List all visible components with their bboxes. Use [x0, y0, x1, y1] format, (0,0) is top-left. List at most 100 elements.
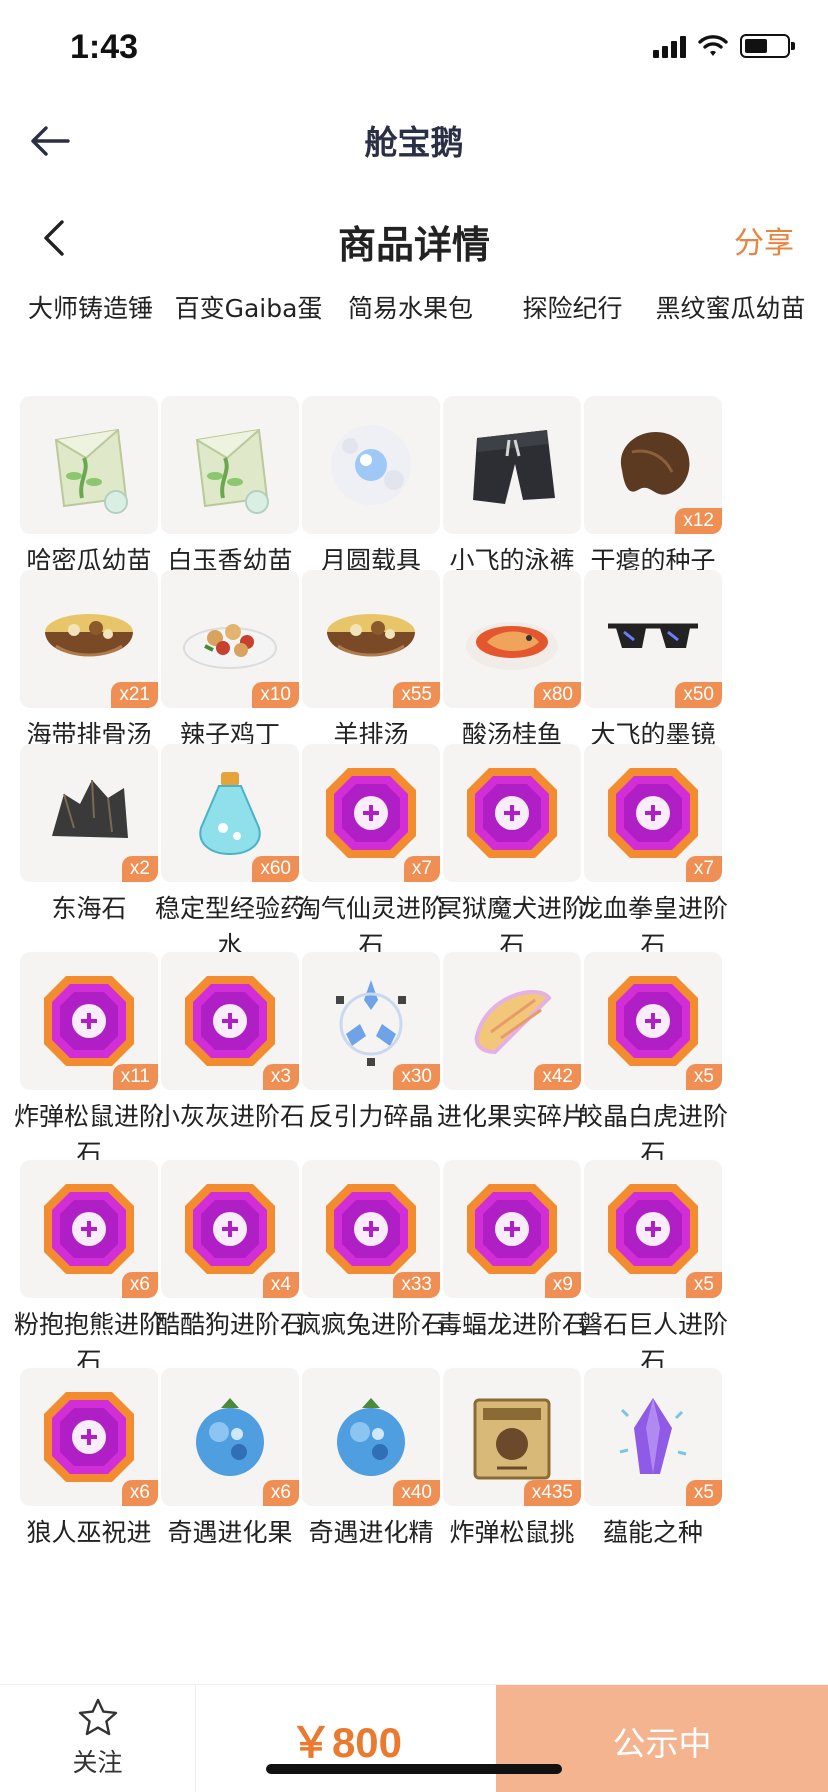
item-thumbnail: x7	[584, 744, 722, 882]
grid-item-name: 黑纹蜜瓜幼苗	[655, 294, 806, 323]
item-name: 反引力碎晶	[308, 1102, 434, 1131]
item-thumbnail: x50	[584, 570, 722, 708]
item-thumbnail: x30	[302, 952, 440, 1090]
bottom-bar: 关注 ￥800 公示中	[0, 1684, 828, 1792]
quantity-badge: x435	[523, 1480, 581, 1506]
item-grid-scroll[interactable]: 大师铸造锤 百变Gaiba蛋 简易水果包 探险纪行 黑纹蜜瓜幼苗 哈密瓜幼苗 白玉…	[0, 186, 828, 1684]
item-thumbnail: x33	[302, 1160, 440, 1298]
item-name: 炸弹松鼠挑	[449, 1518, 575, 1547]
battery-icon	[740, 34, 795, 58]
seed-packet-icon	[195, 428, 269, 514]
item-name: 疯疯兔进阶石	[295, 1310, 446, 1339]
item-name: 奇遇进化精	[308, 1518, 434, 1547]
purple-crystal-icon	[619, 1398, 687, 1474]
blue-fruit-icon	[337, 1398, 405, 1476]
evolution-gem-icon	[44, 1184, 134, 1274]
item-thumbnail: x60	[161, 744, 299, 882]
item-name: 狼人巫祝进	[26, 1518, 152, 1547]
fish-dish-icon	[466, 622, 558, 670]
quantity-badge: x42	[534, 1064, 581, 1090]
moon-orb-icon	[331, 425, 411, 505]
item-thumbnail: x10	[161, 570, 299, 708]
evolution-gem-icon	[608, 976, 698, 1066]
status-button[interactable]: 公示中	[496, 1685, 828, 1792]
item-name: 奇遇进化果	[167, 1518, 293, 1547]
crystal-shards-icon	[336, 980, 406, 1066]
item-thumbnail: x42	[443, 952, 581, 1090]
follow-button[interactable]: 关注	[0, 1685, 196, 1792]
quantity-badge: x11	[112, 1064, 158, 1090]
item-thumbnail: x6	[161, 1368, 299, 1506]
black-rock-icon	[52, 779, 128, 838]
home-indicator	[266, 1764, 562, 1774]
item-thumbnail: x2	[20, 744, 158, 882]
quantity-badge: x12	[675, 508, 722, 534]
partial-row: 大师铸造锤 百变Gaiba蛋 简易水果包 探险纪行 黑纹蜜瓜幼苗	[0, 290, 828, 386]
item-thumbnail: x435	[443, 1368, 581, 1506]
item-thumbnail: x5	[584, 952, 722, 1090]
price-text: ￥800	[289, 1719, 403, 1766]
item-thumbnail: x9	[443, 1160, 581, 1298]
app-nav-bar: 舱宝鹅	[0, 96, 828, 186]
item-name: 进化果实碎片	[436, 1102, 587, 1131]
item-thumbnail	[161, 396, 299, 534]
item-thumbnail	[443, 744, 581, 882]
blue-fruit-icon	[196, 1398, 264, 1476]
item-name: 东海石	[51, 894, 127, 923]
evolution-gem-icon	[467, 768, 557, 858]
evolution-gem-icon	[185, 976, 275, 1066]
quantity-badge: x5	[685, 1480, 722, 1506]
item-thumbnail	[20, 396, 158, 534]
quantity-badge: x7	[685, 856, 722, 882]
item-thumbnail: x21	[20, 570, 158, 708]
item-thumbnail: x3	[161, 952, 299, 1090]
evolution-gem-icon	[44, 976, 134, 1066]
quantity-badge: x3	[262, 1064, 299, 1090]
evolution-gem-icon	[326, 1184, 416, 1274]
item-thumbnail: x11	[20, 952, 158, 1090]
grid-item-name: 大师铸造锤	[27, 294, 153, 323]
item-name: 蕴能之种	[602, 1518, 703, 1547]
item-thumbnail: x5	[584, 1160, 722, 1298]
quantity-badge: x33	[393, 1272, 440, 1298]
item-thumbnail	[443, 396, 581, 534]
page-header: 商品详情 分享	[0, 186, 828, 290]
sunglasses-icon	[608, 623, 698, 648]
item-thumbnail	[302, 396, 440, 534]
follow-label: 关注	[72, 1748, 123, 1777]
evolution-gem-icon	[608, 1184, 698, 1274]
dried-seed-icon	[620, 432, 690, 495]
quantity-badge: x6	[121, 1480, 158, 1506]
item-name: 毒蝠龙进阶石	[436, 1310, 587, 1339]
soup-bowl-icon	[327, 614, 415, 657]
evolution-gem-icon	[467, 1184, 557, 1274]
grid-item-name: 探险纪行	[522, 294, 623, 323]
status-label: 公示中	[612, 1724, 712, 1763]
quantity-badge: x30	[393, 1064, 440, 1090]
quantity-badge: x4	[262, 1272, 299, 1298]
item-thumbnail: x7	[302, 744, 440, 882]
quantity-badge: x40	[393, 1480, 440, 1506]
share-button[interactable]: 分享	[734, 218, 794, 262]
soup-bowl-icon	[45, 614, 133, 657]
item-thumbnail: x6	[20, 1368, 158, 1506]
evolution-gem-icon	[44, 1392, 134, 1482]
seed-packet-icon	[54, 428, 128, 514]
quantity-badge: x10	[252, 682, 299, 708]
status-icons	[653, 34, 795, 58]
quantity-badge: x50	[675, 682, 722, 708]
item-thumbnail: x4	[161, 1160, 299, 1298]
quantity-badge: x6	[262, 1480, 299, 1506]
quantity-badge: x6	[121, 1272, 158, 1298]
swim-shorts-icon	[473, 430, 555, 504]
item-thumbnail: x6	[20, 1160, 158, 1298]
item-name: 小灰灰进阶石	[154, 1102, 305, 1131]
app-title: 舱宝鹅	[364, 123, 464, 162]
item-thumbnail: x80	[443, 570, 581, 708]
spicy-chicken-icon	[183, 624, 277, 669]
star-icon	[78, 1698, 118, 1736]
item-thumbnail: x12	[584, 396, 722, 534]
fruit-slice-icon	[474, 990, 552, 1055]
status-bar: 1:43	[0, 0, 828, 96]
evolution-gem-icon	[185, 1184, 275, 1274]
